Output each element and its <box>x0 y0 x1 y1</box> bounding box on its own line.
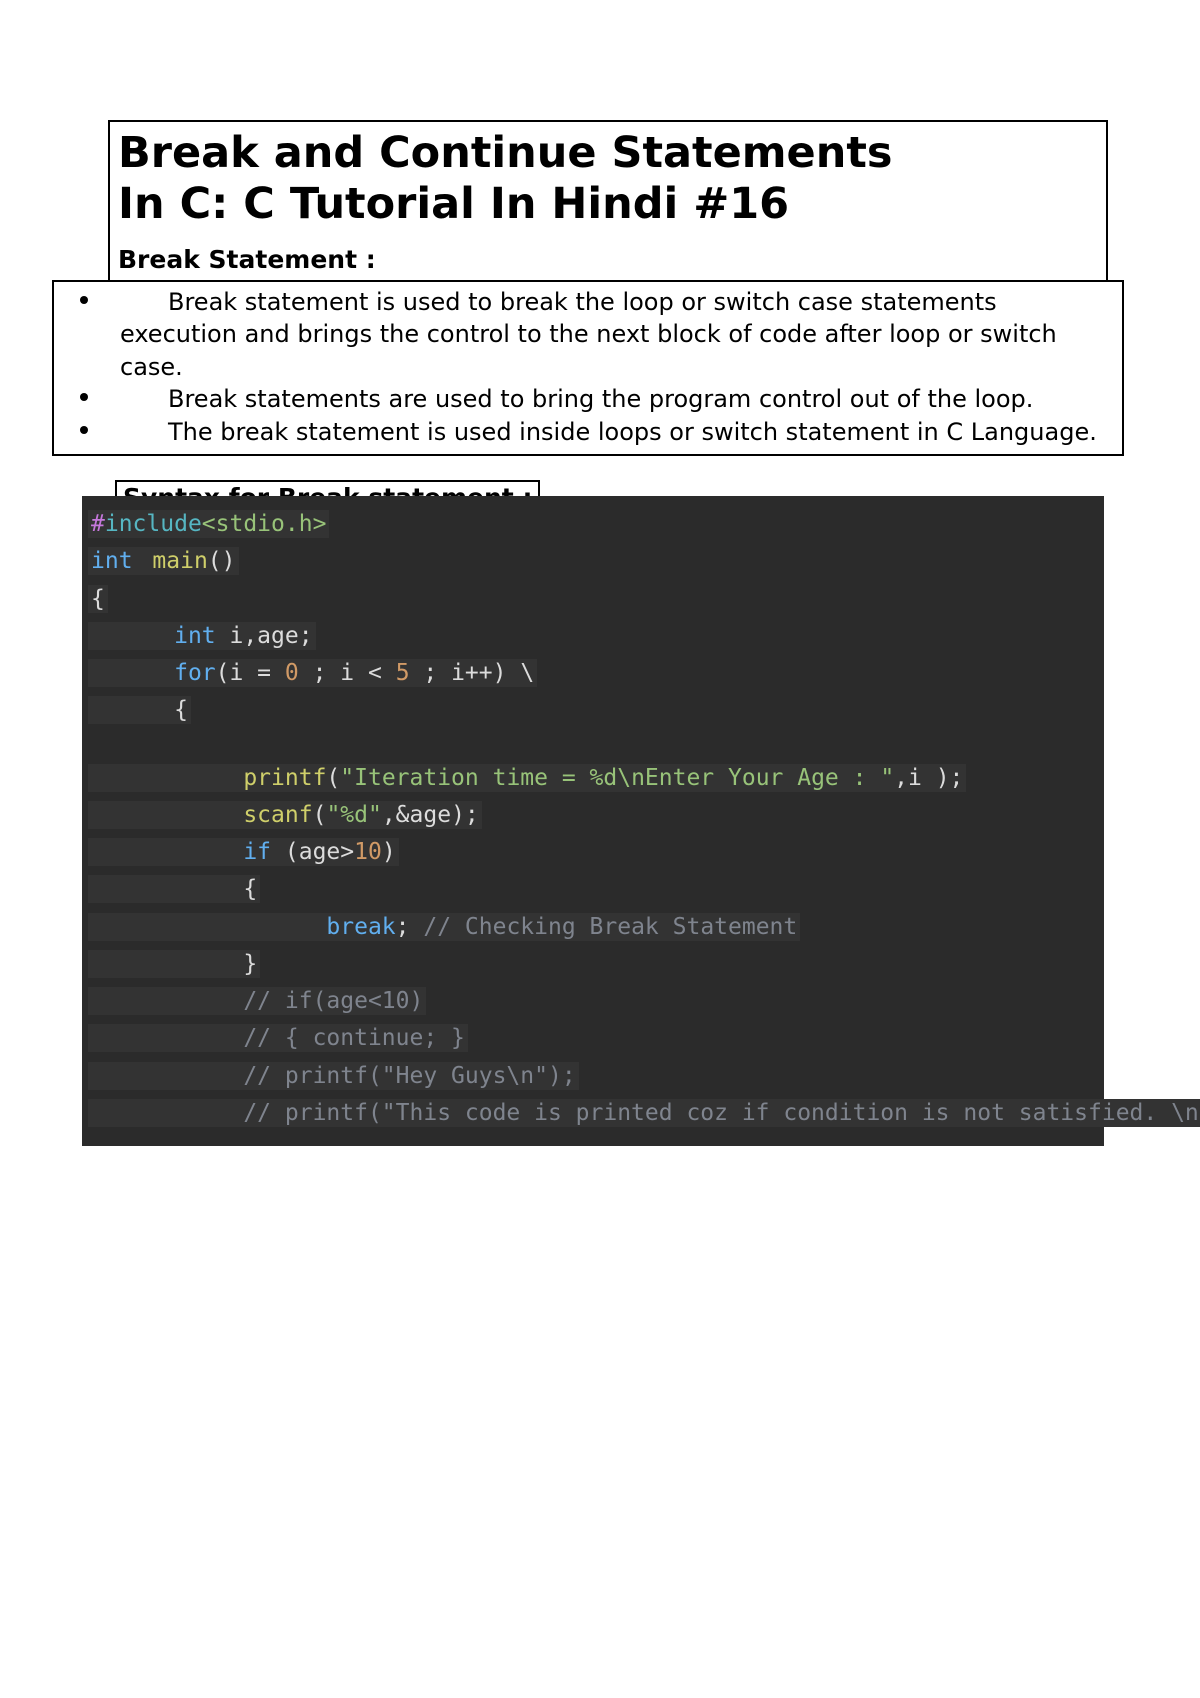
section-subhead: Break Statement : <box>110 229 1106 280</box>
list-item: The break statement is used inside loops… <box>64 416 1112 448</box>
code-token: ,i ); <box>894 765 963 791</box>
list-item: Break statements are used to bring the p… <box>64 383 1112 415</box>
bullet-text: Break statement is used to break the loo… <box>120 288 1057 381</box>
code-token: (age> <box>271 839 354 865</box>
code-token: ; <box>396 914 410 940</box>
code-token: ( <box>326 765 340 791</box>
code-token <box>91 623 174 649</box>
code-token: for <box>174 660 216 686</box>
bullet-icon <box>80 296 88 304</box>
code-token <box>91 876 243 902</box>
bullet-icon <box>80 426 88 434</box>
code-token: int <box>174 623 216 649</box>
bullets-box: Break statement is used to break the loo… <box>52 280 1124 456</box>
code-token: if <box>243 839 271 865</box>
page: Break and Continue Statements In C: C Tu… <box>0 0 1200 1698</box>
code-token: { <box>174 697 188 723</box>
code-token: // { continue; } <box>243 1025 465 1051</box>
code-token: 10 <box>354 839 382 865</box>
code-token <box>91 1100 243 1126</box>
code-token: scanf <box>243 802 312 828</box>
code-block: #include<stdio.h> int main() { int i,age… <box>82 496 1104 1146</box>
code-token: () <box>208 548 236 574</box>
code-token: <stdio.h> <box>202 511 327 537</box>
bullet-text: The break statement is used inside loops… <box>168 418 1097 446</box>
code-token <box>91 914 326 940</box>
code-token: main <box>152 548 207 574</box>
code-token: ) <box>382 839 396 865</box>
page-title: Break and Continue Statements In C: C Tu… <box>110 122 1106 229</box>
code-token: { <box>91 586 105 612</box>
code-token: break <box>326 914 395 940</box>
code-token: int <box>91 548 133 574</box>
code-token <box>91 951 243 977</box>
code-token: i,age; <box>216 623 313 649</box>
code-token <box>410 914 424 940</box>
title-line-1: Break and Continue Statements <box>118 128 892 178</box>
code-token <box>91 1025 243 1051</box>
code-token <box>91 1063 243 1089</box>
bullet-list: Break statement is used to break the loo… <box>64 286 1112 448</box>
bullet-text: Break statements are used to bring the p… <box>168 385 1033 413</box>
code-token: // printf("Hey Guys\n"); <box>243 1063 575 1089</box>
code-token: "Iteration time = %d\nEnter Your Age : " <box>340 765 894 791</box>
code-token <box>91 697 174 723</box>
code-token <box>91 802 243 828</box>
code-token: include <box>105 511 202 537</box>
code-token: ; i++) \ <box>410 660 535 686</box>
code-token: 0 <box>285 660 299 686</box>
code-token <box>91 839 243 865</box>
bullet-icon <box>80 393 88 401</box>
code-token: // if(age<10) <box>243 988 423 1014</box>
code-token: ,&age); <box>382 802 479 828</box>
code-token: ; i < <box>299 660 396 686</box>
code-token: printf <box>243 765 326 791</box>
code-token: { <box>243 876 257 902</box>
title-line-2: In C: C Tutorial In Hindi #16 <box>118 179 789 229</box>
code-token: "%d" <box>326 802 381 828</box>
code-token: 5 <box>396 660 410 686</box>
code-token: } <box>243 951 257 977</box>
code-token <box>91 660 174 686</box>
code-token: // Checking Break Statement <box>423 914 797 940</box>
code-token <box>91 988 243 1014</box>
code-token: (i = <box>216 660 285 686</box>
code-token: # <box>91 511 105 537</box>
code-token: ( <box>313 802 327 828</box>
code-token <box>91 765 243 791</box>
code-token: // printf("This code is printed coz if c… <box>243 1100 1200 1126</box>
header-box: Break and Continue Statements In C: C Tu… <box>108 120 1108 282</box>
list-item: Break statement is used to break the loo… <box>64 286 1112 383</box>
code-token <box>139 548 153 574</box>
